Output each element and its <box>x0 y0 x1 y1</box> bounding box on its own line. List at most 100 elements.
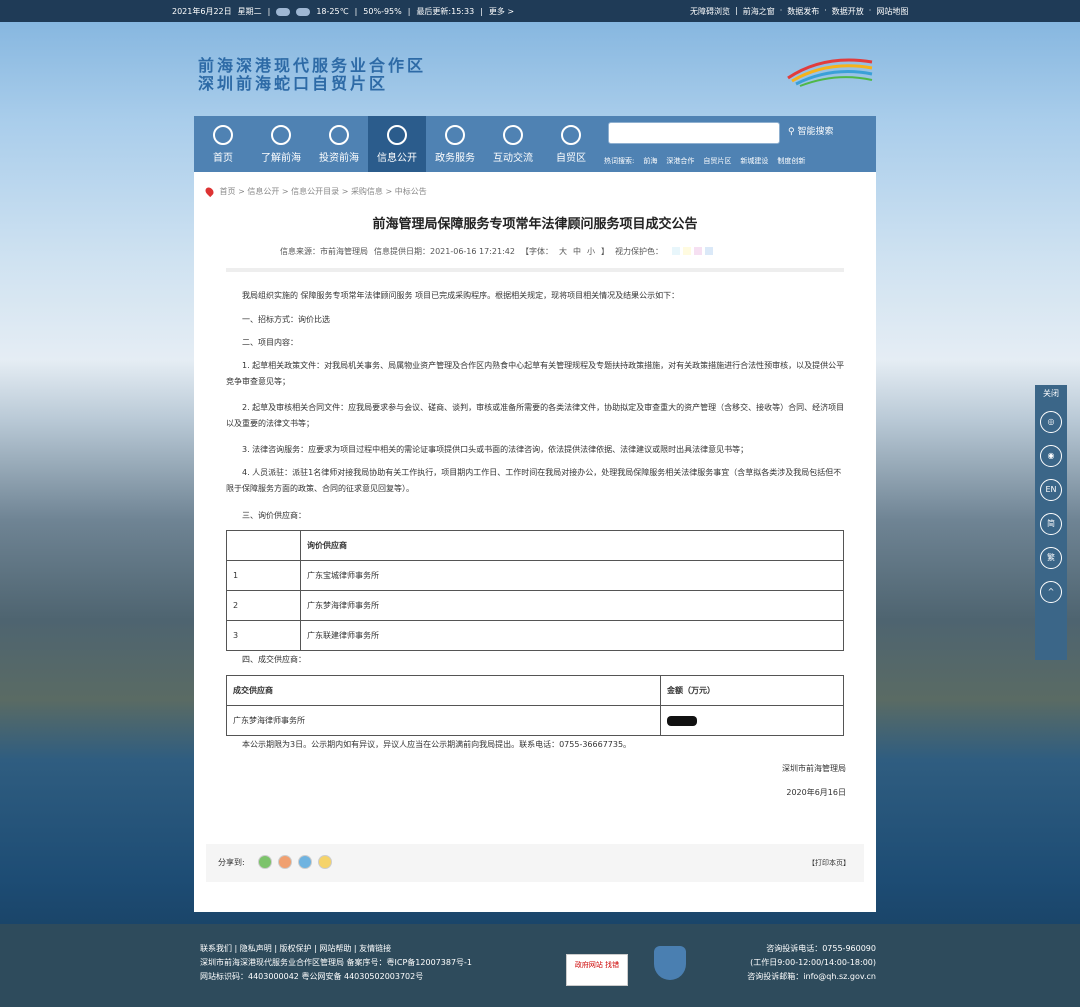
nav-invest[interactable]: 投资前海 <box>310 116 368 172</box>
content-item: 2. 起草及审核相关合同文件：应我局要求参与会议、磋商、谈判，审核或准备所需要的… <box>226 403 845 428</box>
wechat-share-icon[interactable] <box>258 855 272 869</box>
site-logo-line2: 深圳前海蛇口自贸片区 <box>198 74 389 93</box>
divider <box>226 268 844 272</box>
nav-about[interactable]: 了解前海 <box>252 116 310 172</box>
date-text: 2021年6月22日 <box>172 7 232 16</box>
globe-icon <box>387 125 407 145</box>
section-heading: 三、询价供应商： <box>242 511 306 520</box>
font-large-button[interactable]: 大 <box>559 246 567 257</box>
updated-text: 最后更新:15:33 <box>416 7 475 16</box>
crumb-catalog[interactable]: 信息公开目录 <box>291 187 339 196</box>
share-bar: 分享到: 【打印本页】 <box>206 844 864 882</box>
footer: 联系我们 | 隐私声明 | 版权保护 | 网站帮助 | 友情链接 深圳市前海深港… <box>0 924 1080 1007</box>
content-item: 4. 人员派驻：派驻1名律师对接我局协助有关工作执行，项目期内工作日、工作时间在… <box>226 468 842 493</box>
temperature-text: 18-25℃ <box>316 7 349 16</box>
invest-icon <box>329 125 349 145</box>
data-open-link[interactable]: 数据开放 <box>832 6 864 17</box>
font-small-button[interactable]: 小 <box>587 246 595 257</box>
table-row: 3 广东联建律师事务所 <box>226 620 844 651</box>
section-heading: 四、成交供应商： <box>242 655 306 664</box>
about-icon <box>271 125 291 145</box>
table-row: 2 广东梦海律师事务所 <box>226 590 844 621</box>
hot-word[interactable]: 自贸片区 <box>703 156 731 166</box>
section-heading: 二、项目内容： <box>242 338 298 347</box>
hot-word[interactable]: 前海 <box>643 156 657 166</box>
nav-ftz[interactable]: 自贸区 <box>542 116 600 172</box>
crumb-award[interactable]: 中标公告 <box>395 187 427 196</box>
signature: 深圳市前海管理局 <box>782 764 846 773</box>
eye-color-swatch[interactable] <box>682 246 691 255</box>
footer-links[interactable]: 联系我们 | 隐私声明 | 版权保护 | 网站帮助 | 友情链接 <box>200 942 472 956</box>
humidity-text: 50%-95% <box>363 7 402 16</box>
footer-org: 深圳市前海深港现代服务业合作区管理局 备案序号：粤ICP备12007387号-1 <box>200 958 473 967</box>
data-release-link[interactable]: 数据发布 <box>787 6 819 17</box>
gov-site-error-badge[interactable]: 政府网站 找错 <box>566 954 628 986</box>
article-panel: 首页 > 信息公开 > 信息公开目录 > 采购信息 > 中标公告 前海管理局保障… <box>194 172 876 912</box>
search-button[interactable]: ⚲ 智能搜索 <box>788 124 833 137</box>
main-nav: 首页 了解前海 投资前海 信息公开 政务服务 互动交流 自贸区 ⚲ 智能搜索 热… <box>194 116 876 172</box>
redacted-amount <box>667 715 697 726</box>
footer-code: 网站标识码：4403000042 粤公网安备 44030502003702号 <box>200 972 424 981</box>
article-title: 前海管理局保障服务专项常年法律顾问服务项目成交公告 <box>372 217 698 232</box>
crumb-home[interactable]: 首页 <box>220 187 236 196</box>
nav-service[interactable]: 政务服务 <box>426 116 484 172</box>
signature-date: 2020年6月16日 <box>786 788 846 797</box>
eye-color-swatches <box>669 246 713 257</box>
eye-color-swatch[interactable] <box>693 246 702 255</box>
source-text: 信息来源：市前海管理局 <box>280 247 368 256</box>
article-meta: 信息来源：市前海管理局 信息提供日期：2021-06-16 17:21:42 【… <box>280 246 713 257</box>
footer-tel: 咨询投诉电话：0755-960090 <box>766 944 876 953</box>
location-pin-icon <box>203 185 216 198</box>
hot-word[interactable]: 新城建设 <box>740 156 768 166</box>
hot-word[interactable]: 制度创新 <box>777 156 805 166</box>
interact-icon <box>503 125 523 145</box>
qzone-share-icon[interactable] <box>318 855 332 869</box>
qq-share-icon[interactable] <box>298 855 312 869</box>
hot-words: 热词搜索: 前海 深港合作 自贸片区 新城建设 制度创新 <box>604 156 806 166</box>
english-button[interactable]: EN <box>1040 479 1062 501</box>
weekday-text: 星期二 <box>237 7 262 16</box>
breadcrumb: 首页 > 信息公开 > 信息公开目录 > 采购信息 > 中标公告 <box>203 185 427 198</box>
intro-paragraph: 我局组织实施的 保障服务专项常年法律顾问服务 项目已完成采购程序。根据相关规定，… <box>242 291 680 300</box>
weibo-share-icon[interactable] <box>278 855 292 869</box>
traditional-button[interactable]: 繁 <box>1040 547 1062 569</box>
side-toolbar: 关闭 ◎ ◉ EN 简 繁 ^ <box>1035 385 1067 660</box>
table-row: 广东梦海律师事务所 <box>226 705 844 736</box>
print-button[interactable]: 【打印本页】 <box>808 858 850 868</box>
home-icon <box>213 125 233 145</box>
accessibility-link[interactable]: 无障碍浏览 <box>690 6 730 17</box>
date-text: 信息提供日期：2021-06-16 17:21:42 <box>374 247 515 256</box>
weibo-icon[interactable]: ◉ <box>1040 445 1062 467</box>
nav-home[interactable]: 首页 <box>194 116 252 172</box>
section-heading: 一、招标方式：询价比选 <box>242 315 330 324</box>
weather-rain-icon <box>276 7 291 16</box>
close-side-button[interactable]: 关闭 <box>1035 388 1067 399</box>
sitemap-link[interactable]: 网站地图 <box>876 6 908 17</box>
footer-mail: 咨询投诉邮箱：info@qh.sz.gov.cn <box>747 972 876 981</box>
footer-hours: (工作日9:00-12:00/14:00-18:00) <box>750 958 876 967</box>
table-header: 询价供应商 <box>300 530 844 561</box>
crumb-procurement[interactable]: 采购信息 <box>351 187 383 196</box>
crumb-info[interactable]: 信息公开 <box>247 187 279 196</box>
nav-info[interactable]: 信息公开 <box>368 116 426 172</box>
simplified-button[interactable]: 简 <box>1040 513 1062 535</box>
shenzhen-logo[interactable] <box>784 48 876 88</box>
table-row: 1 广东宝城律师事务所 <box>226 560 844 591</box>
eye-color-swatch[interactable] <box>704 246 713 255</box>
weather-cloudy-icon <box>296 7 311 16</box>
more-link[interactable]: 更多 > <box>489 6 514 17</box>
ftz-icon <box>561 125 581 145</box>
nav-interact[interactable]: 互动交流 <box>484 116 542 172</box>
wechat-icon[interactable]: ◎ <box>1040 411 1062 433</box>
back-to-top-icon[interactable]: ^ <box>1040 581 1062 603</box>
eye-color-swatch[interactable] <box>671 246 680 255</box>
table-header-row: 成交供应商 金额（万元） <box>226 675 844 706</box>
search-input[interactable] <box>608 122 780 144</box>
hot-word[interactable]: 深港合作 <box>666 156 694 166</box>
content-item: 3. 法律咨询服务：应要求为项目过程中相关的需论证事项提供口头或书面的法律咨询，… <box>242 445 749 454</box>
party-gov-shield-icon[interactable] <box>654 946 686 980</box>
window-link[interactable]: 前海之窗 <box>743 6 775 17</box>
award-table: 成交供应商 金额（万元） 广东梦海律师事务所 <box>226 675 844 736</box>
inquiry-suppliers-table: 询价供应商 1 广东宝城律师事务所 2 广东梦海律师事务所 3 广东联建律师事务所 <box>226 530 844 651</box>
font-medium-button[interactable]: 中 <box>573 246 581 257</box>
